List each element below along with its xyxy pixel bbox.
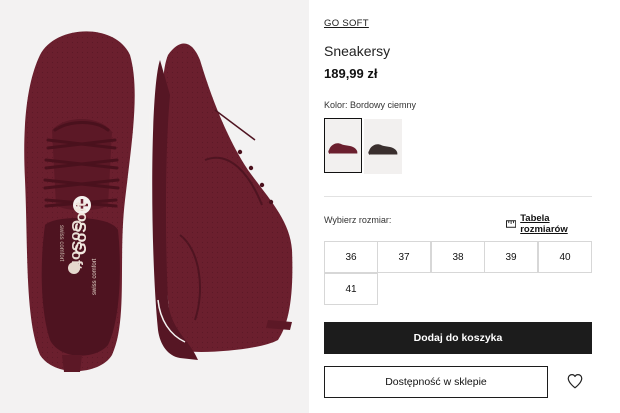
svg-text:GoSoft: GoSoft (73, 201, 90, 255)
shoe-top-view: GoSoft swiss comfort GoSoft swiss comfor… (24, 31, 135, 372)
shoe-side-view (148, 43, 293, 360)
size-table-link[interactable]: Tabela rozmiarów (506, 213, 594, 235)
product-price: 189,99 zł (324, 66, 378, 81)
size-option-40[interactable]: 40 (538, 241, 592, 273)
size-option-37[interactable]: 37 (377, 241, 431, 273)
store-availability-button[interactable]: Dostępność w sklepie (324, 366, 548, 398)
svg-text:swiss comfort: swiss comfort (92, 258, 98, 295)
brand-link[interactable]: GO SOFT (324, 18, 369, 29)
sneaker-thumbnail-icon (368, 143, 398, 155)
size-option-38[interactable]: 38 (431, 241, 485, 273)
size-option-39[interactable]: 39 (484, 241, 538, 273)
divider (324, 196, 592, 197)
sneaker-thumbnail-icon (328, 142, 358, 154)
product-details: GO SOFT Sneakersy 189,99 zł Kolor: Bordo… (324, 0, 594, 413)
product-name: Sneakersy (324, 43, 391, 59)
color-swatch-dark[interactable] (364, 119, 402, 174)
add-to-cart-button[interactable]: Dodaj do koszyka (324, 322, 592, 354)
svg-text:swiss comfort: swiss comfort (58, 225, 64, 262)
ruler-icon (506, 220, 517, 228)
color-label: Kolor: Bordowy ciemny (324, 100, 417, 110)
size-option-41[interactable]: 41 (324, 273, 378, 305)
sneaker-illustration: GoSoft swiss comfort GoSoft swiss comfor… (24, 31, 293, 372)
size-label: Wybierz rozmiar: (324, 215, 392, 225)
heart-icon[interactable] (566, 372, 584, 390)
size-table-label: Tabela rozmiarów (520, 213, 568, 235)
color-swatch-burgundy[interactable] (324, 118, 362, 173)
product-image[interactable]: GoSoft swiss comfort GoSoft swiss comfor… (0, 0, 309, 413)
size-option-36[interactable]: 36 (324, 241, 378, 273)
